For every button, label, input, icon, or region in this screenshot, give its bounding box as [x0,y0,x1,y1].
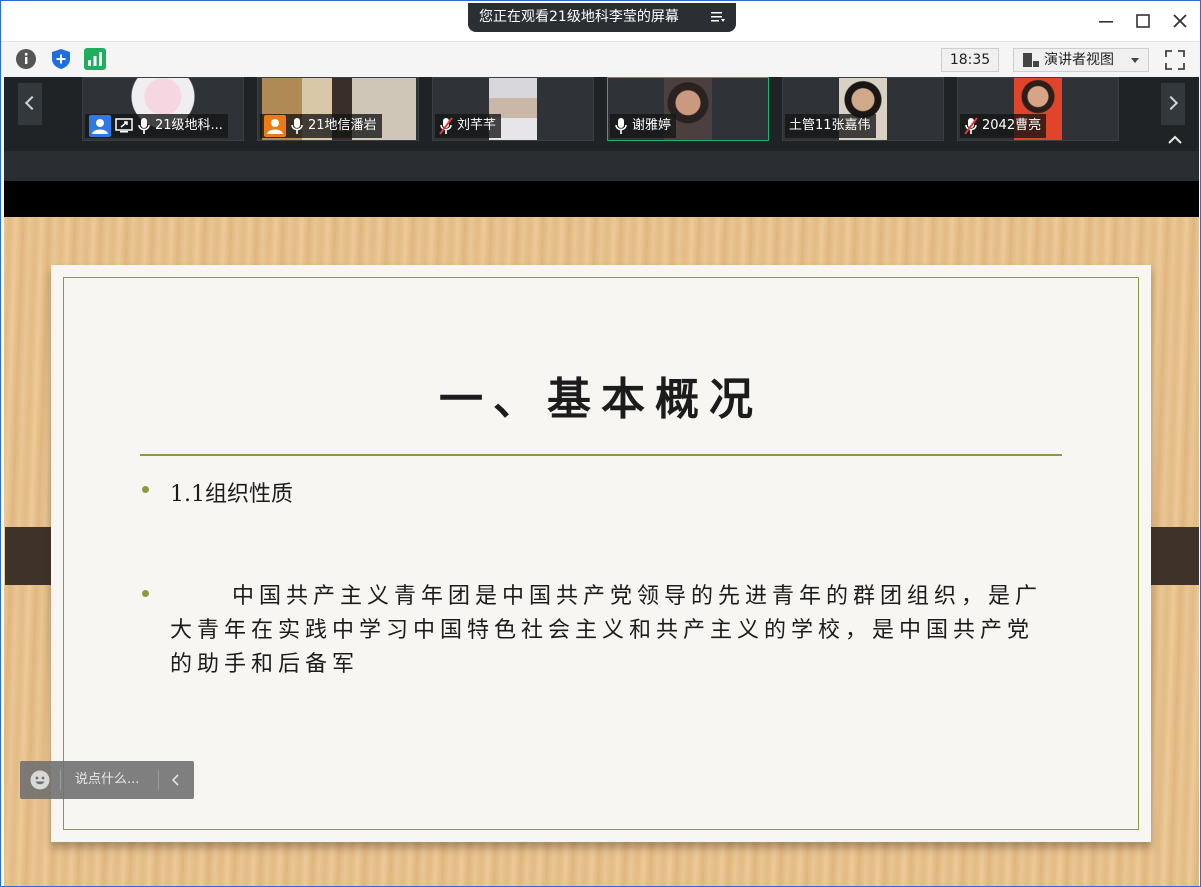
bullet-dot [142,590,149,597]
strip-prev-button[interactable] [18,83,42,125]
chat-divider [158,770,159,790]
toolbar: 18:35 演讲者视图 [1,41,1200,77]
microphone-icon [291,118,303,134]
letterbox-band [4,181,1199,217]
participant-label: 刘芊芊 [435,114,502,138]
emoji-icon[interactable] [30,770,50,790]
chevron-up-icon[interactable] [1167,135,1183,145]
microphone-muted-icon [964,117,978,135]
host-user-icon [264,115,286,137]
microphone-icon [615,118,627,134]
participant-name: 21地信潘岩 [308,118,377,133]
participant-name: 刘芊芊 [457,118,497,133]
presenter-user-icon [89,115,111,137]
participant-label: 2042曹亮 [960,114,1047,138]
title-divider [140,454,1062,456]
list-menu-icon[interactable] [711,10,726,24]
meeting-window: 您正在观看21级地科李莹的屏幕 18:35 演讲者视图 21级地科... 21地… [0,0,1201,887]
view-mode-dropdown[interactable]: 演讲者视图 [1013,48,1149,72]
bullet-text: 1.1组织性质 [170,482,293,507]
chat-divider [60,770,61,790]
participant-name: 2042曹亮 [982,118,1042,133]
participant-name: 21级地科... [155,118,223,133]
minimize-icon[interactable] [1096,11,1116,31]
participant-tile-active[interactable]: 谢雅婷 [607,77,769,141]
security-shield-icon[interactable] [50,48,72,70]
participant-label: 谢雅婷 [610,114,677,138]
banner-text: 您正在观看21级地科李莹的屏幕 [479,9,679,25]
participant-tile[interactable]: 21地信潘岩 [257,77,419,141]
participant-tile[interactable]: 2042曹亮 [957,77,1119,141]
shared-screen: 一、基本概况 1.1组织性质 中国共产主义青年团是中国共产党领导的先进青年的群团… [4,217,1199,886]
slide-paper: 一、基本概况 1.1组织性质 中国共产主义青年团是中国共产党领导的先进青年的群团… [51,265,1151,842]
title-bar: 您正在观看21级地科李莹的屏幕 [1,1,1200,41]
screen-share-icon [115,118,133,133]
strip-collapse-bar [4,135,1199,181]
microphone-icon [138,118,150,134]
participant-tile[interactable]: 刘芊芊 [432,77,594,141]
bullet-text: 中国共产主义青年团是中国共产党领导的先进青年的群团组织，是广大青年在实践中学习中… [170,584,1043,677]
participant-tile[interactable]: 21级地科... [82,77,244,141]
view-mode-label: 演讲者视图 [1044,52,1114,68]
fullscreen-icon[interactable] [1163,48,1187,72]
chevron-right-icon [1163,95,1179,111]
strip-next-button[interactable] [1161,83,1185,125]
chat-placeholder[interactable]: 说点什么... [75,761,139,799]
info-icon[interactable] [15,48,37,70]
slide-title: 一、基本概况 [439,374,763,425]
participant-label: 土管11张嘉伟 [785,114,876,138]
network-signal-icon[interactable] [84,48,106,70]
participant-label: 21级地科... [85,114,228,138]
bullet-dot [142,486,149,493]
close-icon[interactable] [1170,11,1190,31]
participant-strip: 21级地科... 21地信潘岩 刘芊芊 谢雅婷 土管11张嘉伟 2042曹亮 [4,77,1199,151]
chevron-left-icon [24,95,40,111]
chevron-down-icon [1131,58,1139,63]
participant-name: 谢雅婷 [632,118,672,133]
screen-share-banner: 您正在观看21级地科李莹的屏幕 [468,3,736,32]
participant-tile[interactable]: 土管11张嘉伟 [782,77,944,141]
maximize-icon[interactable] [1133,11,1153,31]
participant-name: 土管11张嘉伟 [789,118,871,133]
chat-input-box[interactable]: 说点什么... [20,761,194,799]
slide-frame: 一、基本概况 1.1组织性质 中国共产主义青年团是中国共产党领导的先进青年的群团… [63,277,1139,830]
chevron-left-icon[interactable] [171,774,181,786]
meeting-clock: 18:35 [941,48,999,72]
layout-icon [1023,53,1039,67]
microphone-muted-icon [439,117,453,135]
participant-label: 21地信潘岩 [260,114,382,138]
